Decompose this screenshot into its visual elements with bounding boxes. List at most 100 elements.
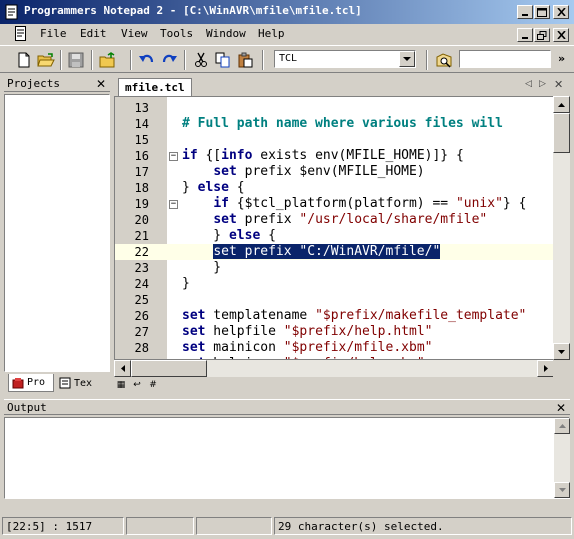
menu-file[interactable]: File (40, 27, 67, 40)
code-line[interactable]: 24} (115, 276, 553, 292)
tab-text-clips[interactable]: Tex (56, 374, 104, 392)
code-token: } (182, 260, 222, 275)
editor-horizontal-scrollbar[interactable] (114, 360, 554, 377)
output-title: Output (7, 401, 47, 414)
status-pane-3 (196, 517, 272, 535)
code-editor[interactable]: 13 14 # Full path name where various files… (114, 96, 554, 360)
code-line[interactable]: 22 set prefix "C:/WinAVR/mfile/" (115, 244, 553, 260)
code-token: set (182, 340, 206, 355)
status-pane-2 (126, 517, 194, 535)
code-text: set helpfile "$prefix/help.html" (182, 324, 432, 340)
redo-button[interactable] (159, 50, 179, 70)
grid-view-icon[interactable]: ▦ (114, 378, 128, 392)
projects-icon (12, 377, 24, 388)
output-scroll-up-button[interactable] (554, 418, 570, 434)
output-close-icon[interactable]: ✕ (556, 402, 566, 414)
save-button[interactable] (66, 50, 86, 70)
code-token: templatename (205, 308, 316, 323)
maximize-button[interactable] (534, 5, 550, 19)
code-text: set prefix $env(MFILE_HOME) (182, 164, 424, 180)
fold-toggle-icon[interactable]: − (169, 200, 178, 209)
toolbar-overflow-icon[interactable]: » (558, 52, 565, 65)
menu-window[interactable]: Window (206, 27, 246, 40)
arrow-right-icon (543, 365, 548, 372)
vertical-scroll-thumb[interactable] (553, 113, 570, 153)
editor-vertical-scrollbar[interactable] (553, 96, 570, 360)
document-icon[interactable] (14, 26, 28, 42)
menu-view[interactable]: View (121, 27, 148, 40)
line-number: 15 (134, 133, 149, 147)
code-line[interactable]: 23 } (115, 260, 553, 276)
doc-close-button[interactable] (553, 28, 569, 42)
close-icon (556, 31, 566, 39)
doc-restore-button[interactable] (534, 28, 550, 42)
code-line[interactable]: 21 } else { (115, 228, 553, 244)
output-scroll-down-button[interactable] (554, 482, 570, 498)
output-text-area[interactable] (4, 417, 570, 499)
code-text: if {[info exists env(MFILE_HOME)]} { (182, 148, 464, 164)
open-project-button[interactable] (98, 50, 118, 70)
projects-close-icon[interactable]: ✕ (96, 78, 106, 90)
code-token: exists env(MFILE_HOME)]} { (252, 148, 464, 163)
undo-button[interactable] (137, 50, 157, 70)
code-text: set mainicon "$prefix/mfile.xbm" (182, 340, 432, 356)
code-token: else (197, 180, 229, 195)
code-text: # Full path name where various files wil… (182, 116, 503, 132)
code-line[interactable]: 25 (115, 292, 553, 308)
code-line[interactable]: 13 (115, 100, 553, 116)
code-line[interactable]: 28 set mainicon "$prefix/mfile.xbm" (115, 340, 553, 356)
code-line[interactable]: 17 set prefix $env(MFILE_HOME) (115, 164, 553, 180)
menu-help[interactable]: Help (258, 27, 285, 40)
line-number: 18 (134, 181, 149, 195)
fold-toggle-icon[interactable]: − (169, 152, 178, 161)
code-token: else (228, 228, 261, 243)
find-button[interactable] (434, 50, 454, 70)
scroll-up-button[interactable] (553, 96, 570, 113)
code-line[interactable]: 20 set prefix "/usr/local/share/mfile" (115, 212, 553, 228)
close-button[interactable] (553, 5, 569, 19)
output-vertical-scrollbar[interactable] (554, 418, 570, 498)
code-token: {$tcl_platform(platform) == (228, 196, 456, 211)
open-button[interactable] (36, 50, 56, 70)
scroll-down-button[interactable] (553, 343, 570, 360)
redo-icon (162, 54, 177, 63)
projects-tree[interactable] (4, 94, 110, 372)
tab-mfile-tcl[interactable]: mfile.tcl (118, 78, 192, 96)
scheme-select[interactable]: TCL (274, 50, 416, 68)
cut-button[interactable] (191, 50, 211, 70)
horizontal-scroll-thumb[interactable] (131, 360, 207, 377)
window-title: Programmers Notepad 2 - [C:\WinAVR\mfile… (24, 4, 362, 17)
menu-edit[interactable]: Edit (80, 27, 107, 40)
code-line[interactable]: 27 set helpfile "$prefix/help.html" (115, 324, 553, 340)
selected-text: set prefix "C:/WinAVR/mfile/" (213, 244, 441, 259)
open-project-icon (99, 52, 115, 68)
code-line[interactable]: 26 set templatename "$prefix/makefile_tem… (115, 308, 553, 324)
title-bar[interactable]: Programmers Notepad 2 - [C:\WinAVR\mfile… (0, 0, 574, 24)
new-file-button[interactable] (14, 50, 34, 70)
tab-next-icon[interactable]: ▷ (539, 79, 546, 89)
hash-view-icon[interactable]: # (146, 378, 160, 392)
dropdown-arrow-button[interactable] (399, 51, 415, 67)
code-line[interactable]: 14 # Full path name where various files w… (115, 116, 553, 132)
copy-button[interactable] (213, 50, 233, 70)
menu-tools[interactable]: Tools (160, 27, 193, 40)
tab-close-icon[interactable]: ✕ (554, 78, 563, 91)
tab-prev-icon[interactable]: ◁ (525, 79, 532, 89)
scroll-left-button[interactable] (114, 360, 131, 377)
line-number: 28 (134, 341, 149, 355)
find-input[interactable] (459, 50, 551, 68)
wrap-view-icon[interactable]: ↩ (130, 378, 144, 392)
tab-projects[interactable]: Pro (8, 374, 54, 392)
code-token: } { (502, 196, 527, 211)
code-line[interactable]: 19 − if {$tcl_platform(platform) == "unix… (115, 196, 553, 212)
doc-minimize-button[interactable] (517, 28, 533, 42)
code-line[interactable]: 18} else { (115, 180, 553, 196)
find-icon (436, 53, 452, 68)
code-line[interactable]: 15 (115, 132, 553, 148)
minimize-button[interactable] (517, 5, 533, 19)
arrow-up-icon (558, 102, 565, 107)
paste-button[interactable] (235, 50, 255, 70)
menu-bar: File Edit View Tools Window Help (0, 24, 574, 44)
scroll-right-button[interactable] (537, 360, 554, 377)
code-line[interactable]: 16 − if {[info exists env(MFILE_HOME)]} { (115, 148, 553, 164)
